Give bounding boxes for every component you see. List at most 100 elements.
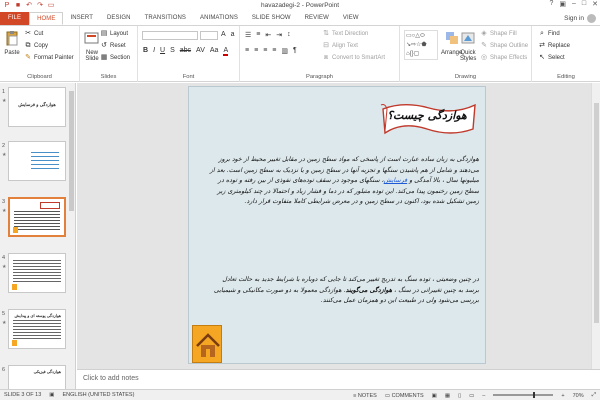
slide-thumbnail-5[interactable]: هوازدگی پوسته ای و پیدایش [8,309,66,349]
cut-button[interactable]: ✂ Cut [24,30,43,38]
help-icon[interactable]: ? [549,0,553,8]
slide-canvas[interactable]: هوازدگی چیست؟ هوازدگی به زبان ساده عبارت… [188,86,486,364]
bold-icon[interactable]: B [143,47,148,56]
slideshow-view-icon[interactable]: ▭ [469,393,474,399]
erosion-link[interactable]: فرسایش [384,177,407,184]
tab-file[interactable]: FILE [0,12,30,25]
decrease-indent-icon[interactable]: ⇤ [265,31,271,39]
slide-thumbnail-4[interactable] [8,253,66,293]
font-name-dropdown[interactable] [142,31,198,40]
comments-toggle[interactable]: ▭ COMMENTS [385,393,424,399]
minimize-icon[interactable]: – [572,0,576,8]
tab-review[interactable]: REVIEW [298,12,336,25]
home-button[interactable] [192,325,222,363]
tab-slide-show[interactable]: SLIDE SHOW [245,12,298,25]
bullets-icon[interactable]: ☰ [245,31,251,39]
convert-smartart-button[interactable]: ⧈ Convert to SmartArt [322,54,385,62]
new-slide-icon [84,32,99,44]
grow-font-icon[interactable]: A [221,31,226,38]
proofing-icon[interactable]: ▣ [49,392,54,398]
zoom-slider-handle[interactable] [533,391,536,398]
ribbon-display-icon[interactable]: ▣ [559,0,566,8]
slide-thumbnail-2[interactable] [8,141,66,181]
change-case-icon[interactable]: Aa [210,47,219,56]
shadow-icon[interactable]: S [170,47,175,56]
zoom-slider[interactable] [493,391,554,398]
align-center-icon[interactable]: ≡ [254,47,258,55]
layout-label: Layout [110,31,129,37]
slide-sorter-icon[interactable]: ▦ [445,393,450,399]
justify-icon[interactable]: ≡ [272,47,276,55]
zoom-out-icon[interactable]: – [482,393,485,399]
shapes-gallery[interactable]: ▭○△⬭ ↘⇨☆⬟ ⌂{}▢ [404,30,438,60]
shrink-font-icon[interactable]: a [231,31,235,38]
align-right-icon[interactable]: ≡ [263,47,267,55]
font-color-icon[interactable]: A [223,47,229,56]
strikethrough-icon[interactable]: abc [180,47,191,56]
paragraph-group: ☰ ≡ ⇤ ⇥ ↕ ≡ ≡ ≡ ≡ ▥ ¶ ⇅ Text Direction ⊟ A… [240,26,400,82]
tab-insert[interactable]: INSERT [63,12,100,25]
select-button[interactable]: ↖ Select [538,54,565,62]
notes-placeholder: Click to add notes [83,375,139,382]
close-icon[interactable]: ✕ [592,0,598,8]
paste-button[interactable]: Paste [4,30,20,56]
editor-vertical-scrollbar[interactable] [591,83,600,369]
tab-animations[interactable]: ANIMATIONS [193,12,245,25]
notes-toggle[interactable]: ≡ NOTES [353,393,377,399]
shape-outline-button[interactable]: ✎ Shape Outline [480,42,528,50]
replace-button[interactable]: ⇄ Replace [538,42,570,50]
reading-view-icon[interactable]: ▯ [458,393,461,399]
normal-view-icon[interactable]: ▣ [432,393,437,399]
layout-button[interactable]: ▤ Layout [100,30,128,38]
scissors-icon: ✂ [25,30,31,37]
new-slide-button[interactable]: New Slide [83,30,101,62]
shape-fill-button[interactable]: ◈ Shape Fill [480,30,516,38]
slide-thumbnail-3[interactable] [8,197,66,237]
window-title: havazadegi-2 - PowerPoint [260,2,340,9]
zoom-level[interactable]: 70% [573,393,584,399]
quick-styles-icon [461,32,475,44]
char-spacing-icon[interactable]: AV [196,47,205,56]
underline-icon[interactable]: U [160,47,165,56]
increase-indent-icon[interactable]: ⇥ [276,31,282,39]
transition-star-icon: ★ [2,208,7,214]
align-text-button[interactable]: ⊟ Align Text [322,42,358,50]
zoom-in-icon[interactable]: + [561,393,564,399]
line-spacing-icon[interactable]: ↕ [287,31,291,39]
align-left-icon[interactable]: ≡ [245,47,249,55]
notes-toggle-label: NOTES [357,392,377,399]
quick-styles-button[interactable]: Quick Styles [460,30,476,62]
reset-button[interactable]: ↺ Reset [100,42,126,50]
language-indicator[interactable]: ENGLISH (UNITED STATES) [63,392,135,398]
tab-home[interactable]: HOME [29,12,64,25]
title-banner[interactable]: هوازدگی چیست؟ [379,99,479,139]
slides-group: New Slide ▤ Layout ↺ Reset ▦ Section Slides [80,26,138,82]
paragraph-1[interactable]: هوازدگی به زبان ساده عبارت است از پاسخی … [207,155,479,208]
tab-transitions[interactable]: TRANSITIONS [138,12,193,25]
italic-icon[interactable]: I [153,47,155,56]
tab-design[interactable]: DESIGN [100,12,138,25]
copy-icon: ⧉ [25,42,31,49]
section-button[interactable]: ▦ Section [100,54,130,62]
numbering-icon[interactable]: ≡ [256,31,260,39]
text-direction-button[interactable]: ⇅ Text Direction [322,30,368,38]
find-button[interactable]: ⌕ Find [538,30,560,38]
rtl-icon[interactable]: ¶ [293,47,297,55]
paragraph-2[interactable]: در چنین وضعیتی ، توده سنگ به تدریج تغییر… [207,275,479,307]
shape-effects-button[interactable]: ◎ Shape Effects [480,54,527,62]
copy-button[interactable]: ⧉ Copy [24,42,49,50]
notes-pane[interactable]: Click to add notes [77,369,600,389]
scroll-thumb[interactable] [69,91,74,211]
fit-to-window-icon[interactable]: ⤢ [592,392,596,399]
columns-icon[interactable]: ▥ [281,47,288,55]
scroll-thumb[interactable] [594,103,599,323]
thumbnails-scrollbar[interactable] [68,83,75,389]
maximize-icon[interactable]: □ [582,0,586,8]
sign-in-link[interactable]: Sign in [564,14,596,23]
slide-thumbnail-6[interactable]: هوازدگی فیزیکی [8,365,66,389]
format-painter-button[interactable]: ✎ Format Painter [24,54,74,62]
tab-view[interactable]: VIEW [336,12,366,25]
font-size-dropdown[interactable] [200,31,218,40]
pen-icon: ✎ [481,42,487,49]
slide-thumbnail-1[interactable]: هوازدگی و فرسایش [8,87,66,127]
